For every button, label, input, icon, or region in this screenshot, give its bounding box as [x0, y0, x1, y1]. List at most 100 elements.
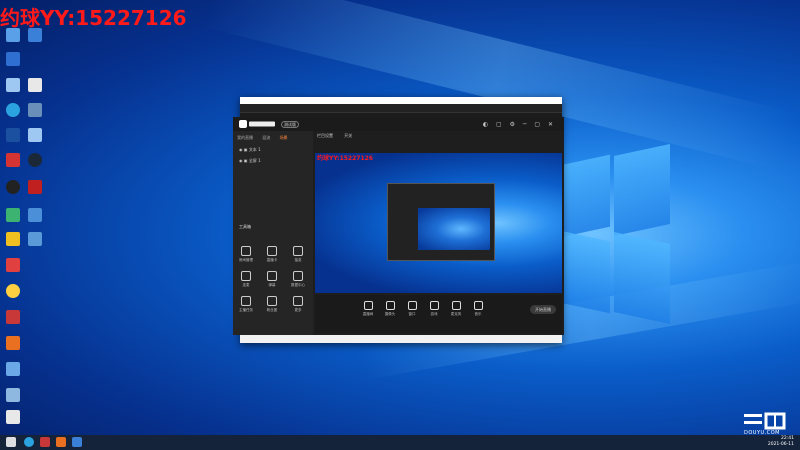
desktop-shortcut-icon[interactable]	[6, 153, 20, 167]
music-icon	[473, 301, 483, 310]
mic-icon	[241, 271, 251, 281]
control-label: 窗口	[408, 312, 416, 316]
app-icon[interactable]	[40, 437, 50, 447]
desktop-shortcut-icon[interactable]	[28, 208, 42, 222]
taskbar: 22:41 2021-06-11	[0, 435, 800, 450]
fans-icon	[267, 296, 277, 306]
control-live-room[interactable]: 直播间	[359, 301, 377, 317]
preview-tabs: 栏目设置 开关	[317, 133, 352, 139]
control-label: 游戏	[430, 312, 438, 316]
tool-label: 房间管理	[239, 258, 253, 262]
desktop-shortcut-icon[interactable]	[6, 78, 20, 92]
tool-lottery[interactable]: 抽奖	[289, 246, 307, 263]
outer-window-toolbar	[240, 104, 562, 113]
logo-pane	[560, 230, 610, 314]
tab-switch[interactable]: 开关	[344, 133, 352, 138]
desktop-shortcut-icon[interactable]	[28, 103, 42, 117]
tool-label: 连麦	[242, 283, 250, 287]
desktop-shortcut-icon[interactable]	[6, 388, 20, 402]
control-window[interactable]: 窗口	[403, 301, 421, 317]
game-icon	[429, 301, 439, 310]
control-music[interactable]: 音乐	[469, 301, 487, 317]
tab-column-settings[interactable]: 栏目设置	[317, 133, 333, 138]
browser-icon[interactable]	[6, 103, 20, 117]
tool-label: 更多	[294, 308, 302, 312]
desktop-shortcut-icon[interactable]	[6, 310, 20, 324]
stream-preview[interactable]: 约球YY:15227126	[315, 153, 562, 293]
tool-label: 抽奖	[294, 258, 302, 262]
window-icon	[407, 301, 417, 310]
eye-icon[interactable]: ◉ ▣	[239, 158, 249, 163]
nested-desktop-preview	[418, 208, 490, 250]
toolbox-title: 工具箱	[239, 224, 251, 229]
tool-label: 数据中心	[291, 283, 305, 287]
control-camera[interactable]: 摄像头	[381, 301, 399, 317]
file-icon[interactable]	[28, 78, 42, 92]
start-icon[interactable]	[6, 437, 16, 447]
desktop-shortcut-icon[interactable]	[28, 128, 42, 142]
desktop-shortcut-icon[interactable]	[28, 28, 42, 42]
eye-icon[interactable]: ◉ ▣	[239, 147, 249, 152]
control-label: 音乐	[474, 312, 482, 316]
desktop-shortcut-icon[interactable]	[6, 232, 20, 246]
desktop-shortcut-icon[interactable]	[28, 232, 42, 246]
tool-danmaku[interactable]: 弹幕	[263, 271, 281, 288]
control-mic[interactable]: 麦克风	[447, 301, 465, 317]
tool-label: 主播任务	[239, 308, 253, 312]
go-live-button[interactable]: 开始直播	[530, 305, 556, 314]
card-icon	[267, 246, 277, 256]
chart-icon	[293, 271, 303, 281]
browser-icon[interactable]	[24, 437, 34, 447]
tool-live-card[interactable]: 直播卡	[263, 246, 281, 263]
outer-window-titlebar[interactable]	[240, 97, 562, 104]
tool-label: 弹幕	[268, 283, 276, 287]
control-label: 摄像头	[384, 312, 396, 316]
qq-icon[interactable]	[6, 180, 20, 194]
desktop-shortcut-icon[interactable]	[6, 52, 20, 66]
logo-pane	[560, 154, 610, 238]
tool-data-center[interactable]: 数据中心	[289, 271, 307, 288]
desktop-shortcut-icon[interactable]	[6, 336, 20, 350]
tab-scene[interactable]: 场景	[280, 135, 288, 140]
app-icon[interactable]	[56, 437, 66, 447]
logo-pane	[614, 232, 670, 324]
tab-mix[interactable]: 混流	[262, 135, 270, 140]
app-icon[interactable]	[72, 437, 82, 447]
logo-pane	[614, 144, 670, 236]
tool-fans[interactable]: 粉丝团	[263, 296, 281, 313]
streaming-app-window[interactable]: 测试版 ◐ ▢ ⚙ ─ ▢ ✕ 我的直播 混流 场景 ◉ ▣ 文本 1 ◉ ▣ …	[233, 117, 564, 335]
scene-item[interactable]: ◉ ▣ 文本 1	[239, 147, 261, 153]
app-titlebar[interactable]: 测试版 ◐ ▢ ⚙ ─ ▢ ✕	[233, 117, 564, 131]
steam-icon[interactable]	[28, 153, 42, 167]
source-control-bar: 直播间 摄像头 窗口 游戏 麦克风 音乐 开始直播	[315, 295, 562, 333]
desktop-shortcut-icon[interactable]	[6, 128, 20, 142]
right-panel: 栏目设置 开关 约球YY:15227126 直播间 摄像头 窗口 游戏 麦克风 …	[313, 131, 564, 335]
desktop-shortcut-icon[interactable]	[6, 28, 20, 42]
left-tabs: 我的直播 混流 场景	[237, 135, 296, 141]
control-game[interactable]: 游戏	[425, 301, 443, 317]
tool-anchor-task[interactable]: 主播任务	[237, 296, 255, 313]
tab-my-live[interactable]: 我的直播	[237, 135, 253, 140]
tool-more[interactable]: 更多	[289, 296, 307, 313]
scene-item[interactable]: ◉ ▣ 全屏 1	[239, 158, 261, 164]
left-panel: 我的直播 混流 场景 ◉ ▣ 文本 1 ◉ ▣ 全屏 1 工具箱 房间管理 直播…	[233, 131, 313, 335]
desktop-shortcut-icon[interactable]	[6, 284, 20, 298]
window-controls[interactable]: ◐ ▢ ⚙ ─ ▢ ✕	[483, 121, 556, 128]
scene-label: 文本 1	[248, 147, 261, 152]
watermark-text: 约球YY:15227126	[0, 6, 187, 30]
outer-window-statusbar	[240, 335, 562, 343]
tool-link-mic[interactable]: 连麦	[237, 271, 255, 288]
tool-label: 直播卡	[266, 258, 278, 262]
taskbar-clock[interactable]: 22:41 2021-06-11	[768, 436, 794, 448]
desktop-shortcut-icon[interactable]	[6, 208, 20, 222]
control-label: 直播间	[362, 312, 374, 316]
file-icon[interactable]	[6, 410, 20, 424]
desktop-shortcut-icon[interactable]	[28, 180, 42, 194]
chat-icon	[267, 271, 277, 281]
gift-icon	[293, 246, 303, 256]
windows-logo	[560, 144, 670, 324]
preview-watermark: 约球YY:15227126	[317, 155, 373, 162]
desktop-shortcut-icon[interactable]	[6, 258, 20, 272]
tool-room-manage[interactable]: 房间管理	[237, 246, 255, 263]
desktop-shortcut-icon[interactable]	[6, 362, 20, 376]
